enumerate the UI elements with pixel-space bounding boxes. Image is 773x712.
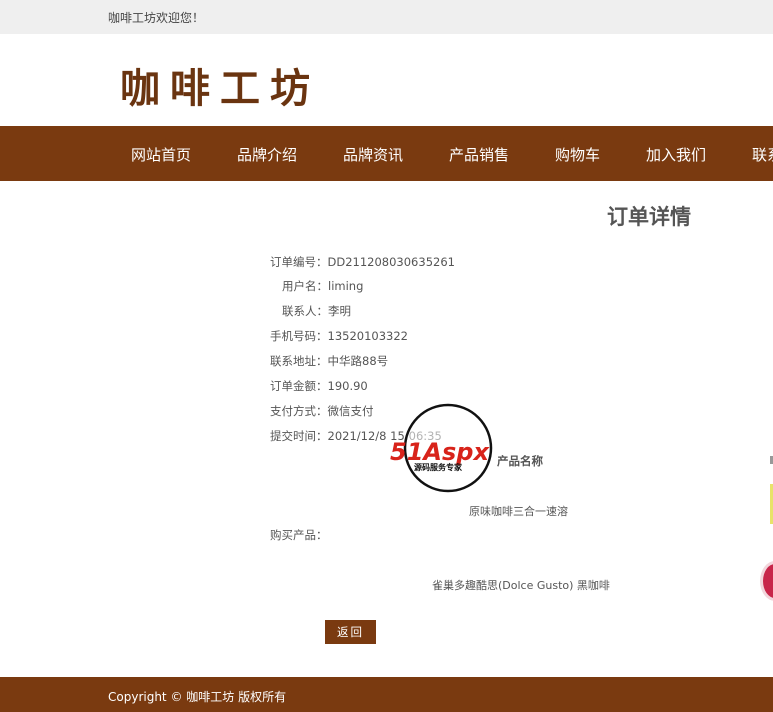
back-button[interactable]: 返回 (325, 620, 376, 644)
main-nav: 网站首页 品牌介绍 品牌资讯 产品销售 购物车 加入我们 联系 (0, 126, 773, 181)
username-label: 用户名： (282, 279, 328, 293)
nav-item-join-us[interactable]: 加入我们 (646, 144, 706, 165)
copyright-text: Copyright © 咖啡工坊 版权所有 (108, 690, 287, 704)
username-row: 用户名：liming (282, 278, 363, 294)
contact-label: 联系人： (282, 304, 328, 318)
username-value: liming (328, 279, 364, 293)
address-value: 中华路88号 (327, 354, 389, 368)
float-service-icon[interactable] (760, 561, 773, 601)
order-number-row: 订单编号：DD211208030635261 (270, 254, 455, 270)
nav-item-brand-news[interactable]: 品牌资讯 (343, 144, 403, 165)
submit-time-label: 提交时间： (270, 429, 328, 443)
contact-value: 李明 (328, 304, 351, 318)
order-number-value: DD211208030635261 (327, 255, 455, 269)
nav-item-cart[interactable]: 购物车 (555, 144, 600, 165)
amount-label: 订单金额： (270, 379, 328, 393)
order-number-label: 订单编号： (270, 255, 328, 269)
nav-item-brand-intro[interactable]: 品牌介绍 (237, 144, 297, 165)
nav-item-contact[interactable]: 联系 (752, 144, 773, 165)
payment-label: 支付方式： (270, 404, 328, 418)
watermark-tagline: 源码服务专家 (414, 462, 463, 472)
phone-row: 手机号码：13520103322 (270, 328, 408, 344)
amount-row: 订单金额：190.90 (270, 378, 368, 394)
watermark-brand: 51Aspx (390, 438, 490, 466)
watermark-logo: 51Aspx 源码服务专家 (390, 403, 493, 493)
topbar: 咖啡工坊欢迎您！ (0, 0, 773, 34)
product-item: 原味咖啡三合一速溶 (469, 505, 568, 518)
welcome-text: 咖啡工坊欢迎您！ (108, 11, 205, 25)
footer: Copyright © 咖啡工坊 版权所有 (0, 677, 773, 712)
phone-label: 手机号码： (270, 329, 328, 343)
address-row: 联系地址：中华路88号 (270, 353, 388, 369)
amount-value: 190.90 (327, 379, 368, 393)
site-logo[interactable]: 咖啡工坊 (120, 56, 320, 114)
nav-item-products[interactable]: 产品销售 (449, 144, 509, 165)
product-item: 雀巢多趣酷思(Dolce Gusto) 黑咖啡 (432, 579, 610, 592)
page-title: 订单详情 (607, 205, 691, 229)
address-label: 联系地址： (270, 354, 328, 368)
contact-row: 联系人：李明 (282, 303, 351, 319)
phone-value: 13520103322 (327, 329, 408, 343)
payment-row: 支付方式：微信支付 (270, 403, 374, 419)
payment-value: 微信支付 (327, 404, 374, 418)
nav-item-home[interactable]: 网站首页 (131, 144, 191, 165)
products-label: 购买产品： (270, 528, 328, 542)
